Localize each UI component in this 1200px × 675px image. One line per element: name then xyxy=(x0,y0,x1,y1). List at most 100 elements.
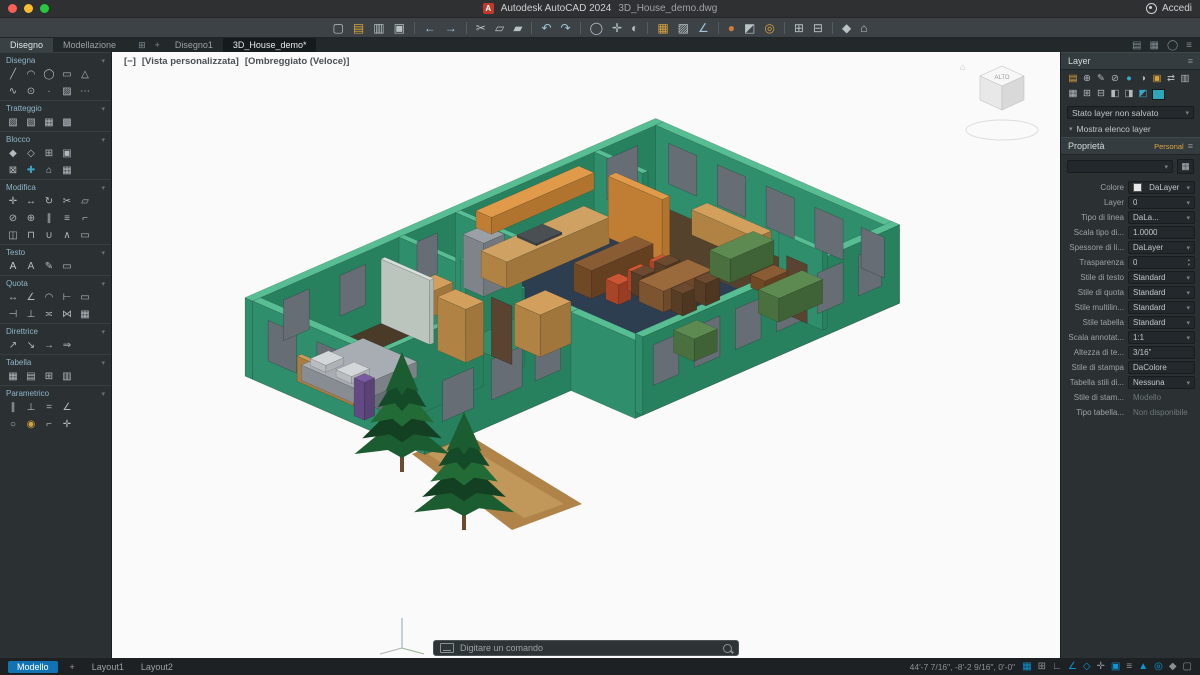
modifica-tool-2-4-icon[interactable]: ▭ xyxy=(76,228,94,243)
direttrice-tool-0-1-icon[interactable]: ↘ xyxy=(22,338,40,353)
modifica-tool-2-2-icon[interactable]: ∪ xyxy=(40,228,58,243)
tabella-tool-0-1-icon[interactable]: ▤ xyxy=(22,369,40,384)
palette-section-tabella[interactable]: Tabella▾ xyxy=(0,354,111,368)
close-window-icon[interactable] xyxy=(8,4,17,13)
tratteggio-tool-0-1-icon[interactable]: ▧ xyxy=(22,115,40,130)
property-value-field[interactable]: Nessuna▾ xyxy=(1128,376,1195,389)
search-icon[interactable]: ◯ xyxy=(1167,40,1178,51)
parametrico-tool-0-1-icon[interactable]: ⊥ xyxy=(22,400,40,415)
layer-color-swatch[interactable] xyxy=(1152,89,1165,100)
direttrice-tool-0-3-icon[interactable]: ⇒ xyxy=(58,338,76,353)
quota-tool-1-2-icon[interactable]: ≍ xyxy=(40,307,58,322)
view-control[interactable]: [Vista personalizzata] xyxy=(142,56,239,67)
ungroup-icon[interactable]: ⊟ xyxy=(813,22,823,34)
modifica-tool-0-4-icon[interactable]: ▱ xyxy=(76,194,94,209)
doc-tab[interactable]: 3D_House_demo* xyxy=(223,38,317,52)
grid-view-icon[interactable]: ▦ xyxy=(1150,40,1159,51)
palette-section-parametrico[interactable]: Parametrico▾ xyxy=(0,385,111,399)
tab-layout2[interactable]: Layout2 xyxy=(136,661,178,673)
palette-section-blocco[interactable]: Blocco▾ xyxy=(0,131,111,145)
quota-tool-0-2-icon[interactable]: ◠ xyxy=(40,290,58,305)
blocco-tool-1-3-icon[interactable]: ▦ xyxy=(58,163,76,178)
blocco-tool-0-3-icon[interactable]: ▣ xyxy=(58,146,76,161)
osnap-icon[interactable]: ◇ xyxy=(1083,661,1091,672)
layer-tool-1-4-icon[interactable]: ◨ xyxy=(1122,87,1136,100)
disegna-tool-0-1-icon[interactable]: ◠ xyxy=(22,67,40,82)
property-value-field[interactable]: Non disponibile xyxy=(1128,406,1195,419)
tab-model[interactable]: Modello xyxy=(8,661,58,673)
visual-style-control[interactable]: [Ombreggiato (Veloce)] xyxy=(245,56,350,67)
quota-tool-1-4-icon[interactable]: ▦ xyxy=(76,307,94,322)
property-value-field[interactable]: 1.0000 xyxy=(1128,226,1195,239)
menu-icon[interactable]: ≡ xyxy=(1186,40,1192,51)
command-search-icon[interactable] xyxy=(723,644,732,653)
property-value-field[interactable]: Modello xyxy=(1128,391,1195,404)
tratteggio-tool-0-3-icon[interactable]: ▩ xyxy=(58,115,76,130)
lineweight-icon[interactable]: ≡ xyxy=(1126,661,1132,672)
drawing-viewport[interactable]: [−] [Vista personalizzata] [Ombreggiato (V… xyxy=(112,52,1060,658)
palette-section-tratteggio[interactable]: Tratteggio▾ xyxy=(0,100,111,114)
quota-tool-0-0-icon[interactable]: ↔ xyxy=(4,290,22,305)
property-value-field[interactable]: DaLayer▾ xyxy=(1128,241,1195,254)
quota-tool-1-0-icon[interactable]: ⊣ xyxy=(4,307,22,322)
isolate-objects-icon[interactable]: ◆ xyxy=(1169,661,1177,672)
selection-dropdown[interactable]: ▾ xyxy=(1067,160,1173,173)
direttrice-tool-0-0-icon[interactable]: ↗ xyxy=(4,338,22,353)
parametrico-tool-1-1-icon[interactable]: ◉ xyxy=(22,417,40,432)
add-layout-button[interactable]: + xyxy=(65,661,80,673)
palette-section-testo[interactable]: Testo▾ xyxy=(0,244,111,258)
ribbon-tab-disegno[interactable]: Disegno xyxy=(0,38,53,52)
layer-tool-0-6-icon[interactable]: ▣ xyxy=(1150,72,1164,85)
command-line[interactable]: Digitare un comando xyxy=(433,640,739,656)
minimize-window-icon[interactable] xyxy=(24,4,33,13)
palette-section-direttrice[interactable]: Direttrice▾ xyxy=(0,323,111,337)
tabella-tool-0-0-icon[interactable]: ▦ xyxy=(4,369,22,384)
command-input[interactable]: Digitare un comando xyxy=(460,643,717,653)
panel-toggle-icon[interactable]: ▤ xyxy=(1132,40,1141,51)
layer-tool-1-2-icon[interactable]: ⊟ xyxy=(1094,87,1108,100)
3d-house-model[interactable]: ALTO⌂ xyxy=(112,52,1060,658)
disegna-tool-1-3-icon[interactable]: ▨ xyxy=(58,84,76,99)
property-value-field[interactable]: Standard▾ xyxy=(1128,301,1195,314)
disegna-tool-0-0-icon[interactable]: ╱ xyxy=(4,67,22,82)
layer-tool-0-7-icon[interactable]: ⇄ xyxy=(1164,72,1178,85)
group-icon[interactable]: ⊞ xyxy=(794,22,804,34)
disegna-tool-1-0-icon[interactable]: ∿ xyxy=(4,84,22,99)
testo-tool-0-3-icon[interactable]: ▭ xyxy=(58,259,76,274)
palette-section-disegna[interactable]: Disegna▾ xyxy=(0,52,111,66)
property-value-field[interactable]: 0▾ xyxy=(1128,196,1195,209)
modifica-tool-1-1-icon[interactable]: ⊕ xyxy=(22,211,40,226)
object-tracking-icon[interactable]: ✛ xyxy=(1097,661,1105,672)
modifica-tool-2-1-icon[interactable]: ⊓ xyxy=(22,228,40,243)
value-stepper[interactable]: ▴▾ xyxy=(1188,258,1190,267)
xref-icon[interactable]: ⌂ xyxy=(860,22,867,34)
property-value-field[interactable]: DaLa...▾ xyxy=(1128,211,1195,224)
annotation-scale-icon[interactable]: ▲ xyxy=(1138,661,1148,672)
quick-select-button[interactable]: ▦ xyxy=(1177,159,1194,174)
new-drawing-tab-button[interactable]: + xyxy=(151,38,164,52)
layer-tool-0-4-icon[interactable]: ● xyxy=(1122,72,1136,85)
tratteggio-tool-0-0-icon[interactable]: ▨ xyxy=(4,115,22,130)
measure-icon[interactable]: ∠ xyxy=(698,22,709,34)
palette-section-modifica[interactable]: Modifica▾ xyxy=(0,179,111,193)
modifica-tool-1-4-icon[interactable]: ⌐ xyxy=(76,211,94,226)
modifica-tool-2-3-icon[interactable]: ∧ xyxy=(58,228,76,243)
block-icon[interactable]: ◆ xyxy=(842,22,851,34)
parametrico-tool-1-2-icon[interactable]: ⌐ xyxy=(40,417,58,432)
layer-tool-0-1-icon[interactable]: ⊕ xyxy=(1080,72,1094,85)
property-value-field[interactable]: Standard▾ xyxy=(1128,271,1195,284)
doc-tab[interactable]: Disegno1 xyxy=(165,38,223,52)
viewport-control-menu[interactable]: [−] xyxy=(124,56,136,67)
quota-tool-1-3-icon[interactable]: ⋈ xyxy=(58,307,76,322)
orbit-icon[interactable]: ◐ xyxy=(631,22,638,34)
blocco-tool-0-2-icon[interactable]: ⊞ xyxy=(40,146,58,161)
layer-tool-1-1-icon[interactable]: ⊞ xyxy=(1080,87,1094,100)
polar-tracking-icon[interactable]: ∠ xyxy=(1068,661,1077,672)
lights-icon[interactable]: ◎ xyxy=(764,22,774,34)
tabella-tool-0-3-icon[interactable]: ▥ xyxy=(58,369,76,384)
blocco-tool-0-0-icon[interactable]: ◆ xyxy=(4,146,22,161)
modifica-tool-1-0-icon[interactable]: ⊘ xyxy=(4,211,22,226)
save-file-icon[interactable]: ▥ xyxy=(373,22,384,34)
properties-menu-icon[interactable]: ≡ xyxy=(1188,141,1193,151)
render-icon[interactable]: ● xyxy=(728,22,735,34)
